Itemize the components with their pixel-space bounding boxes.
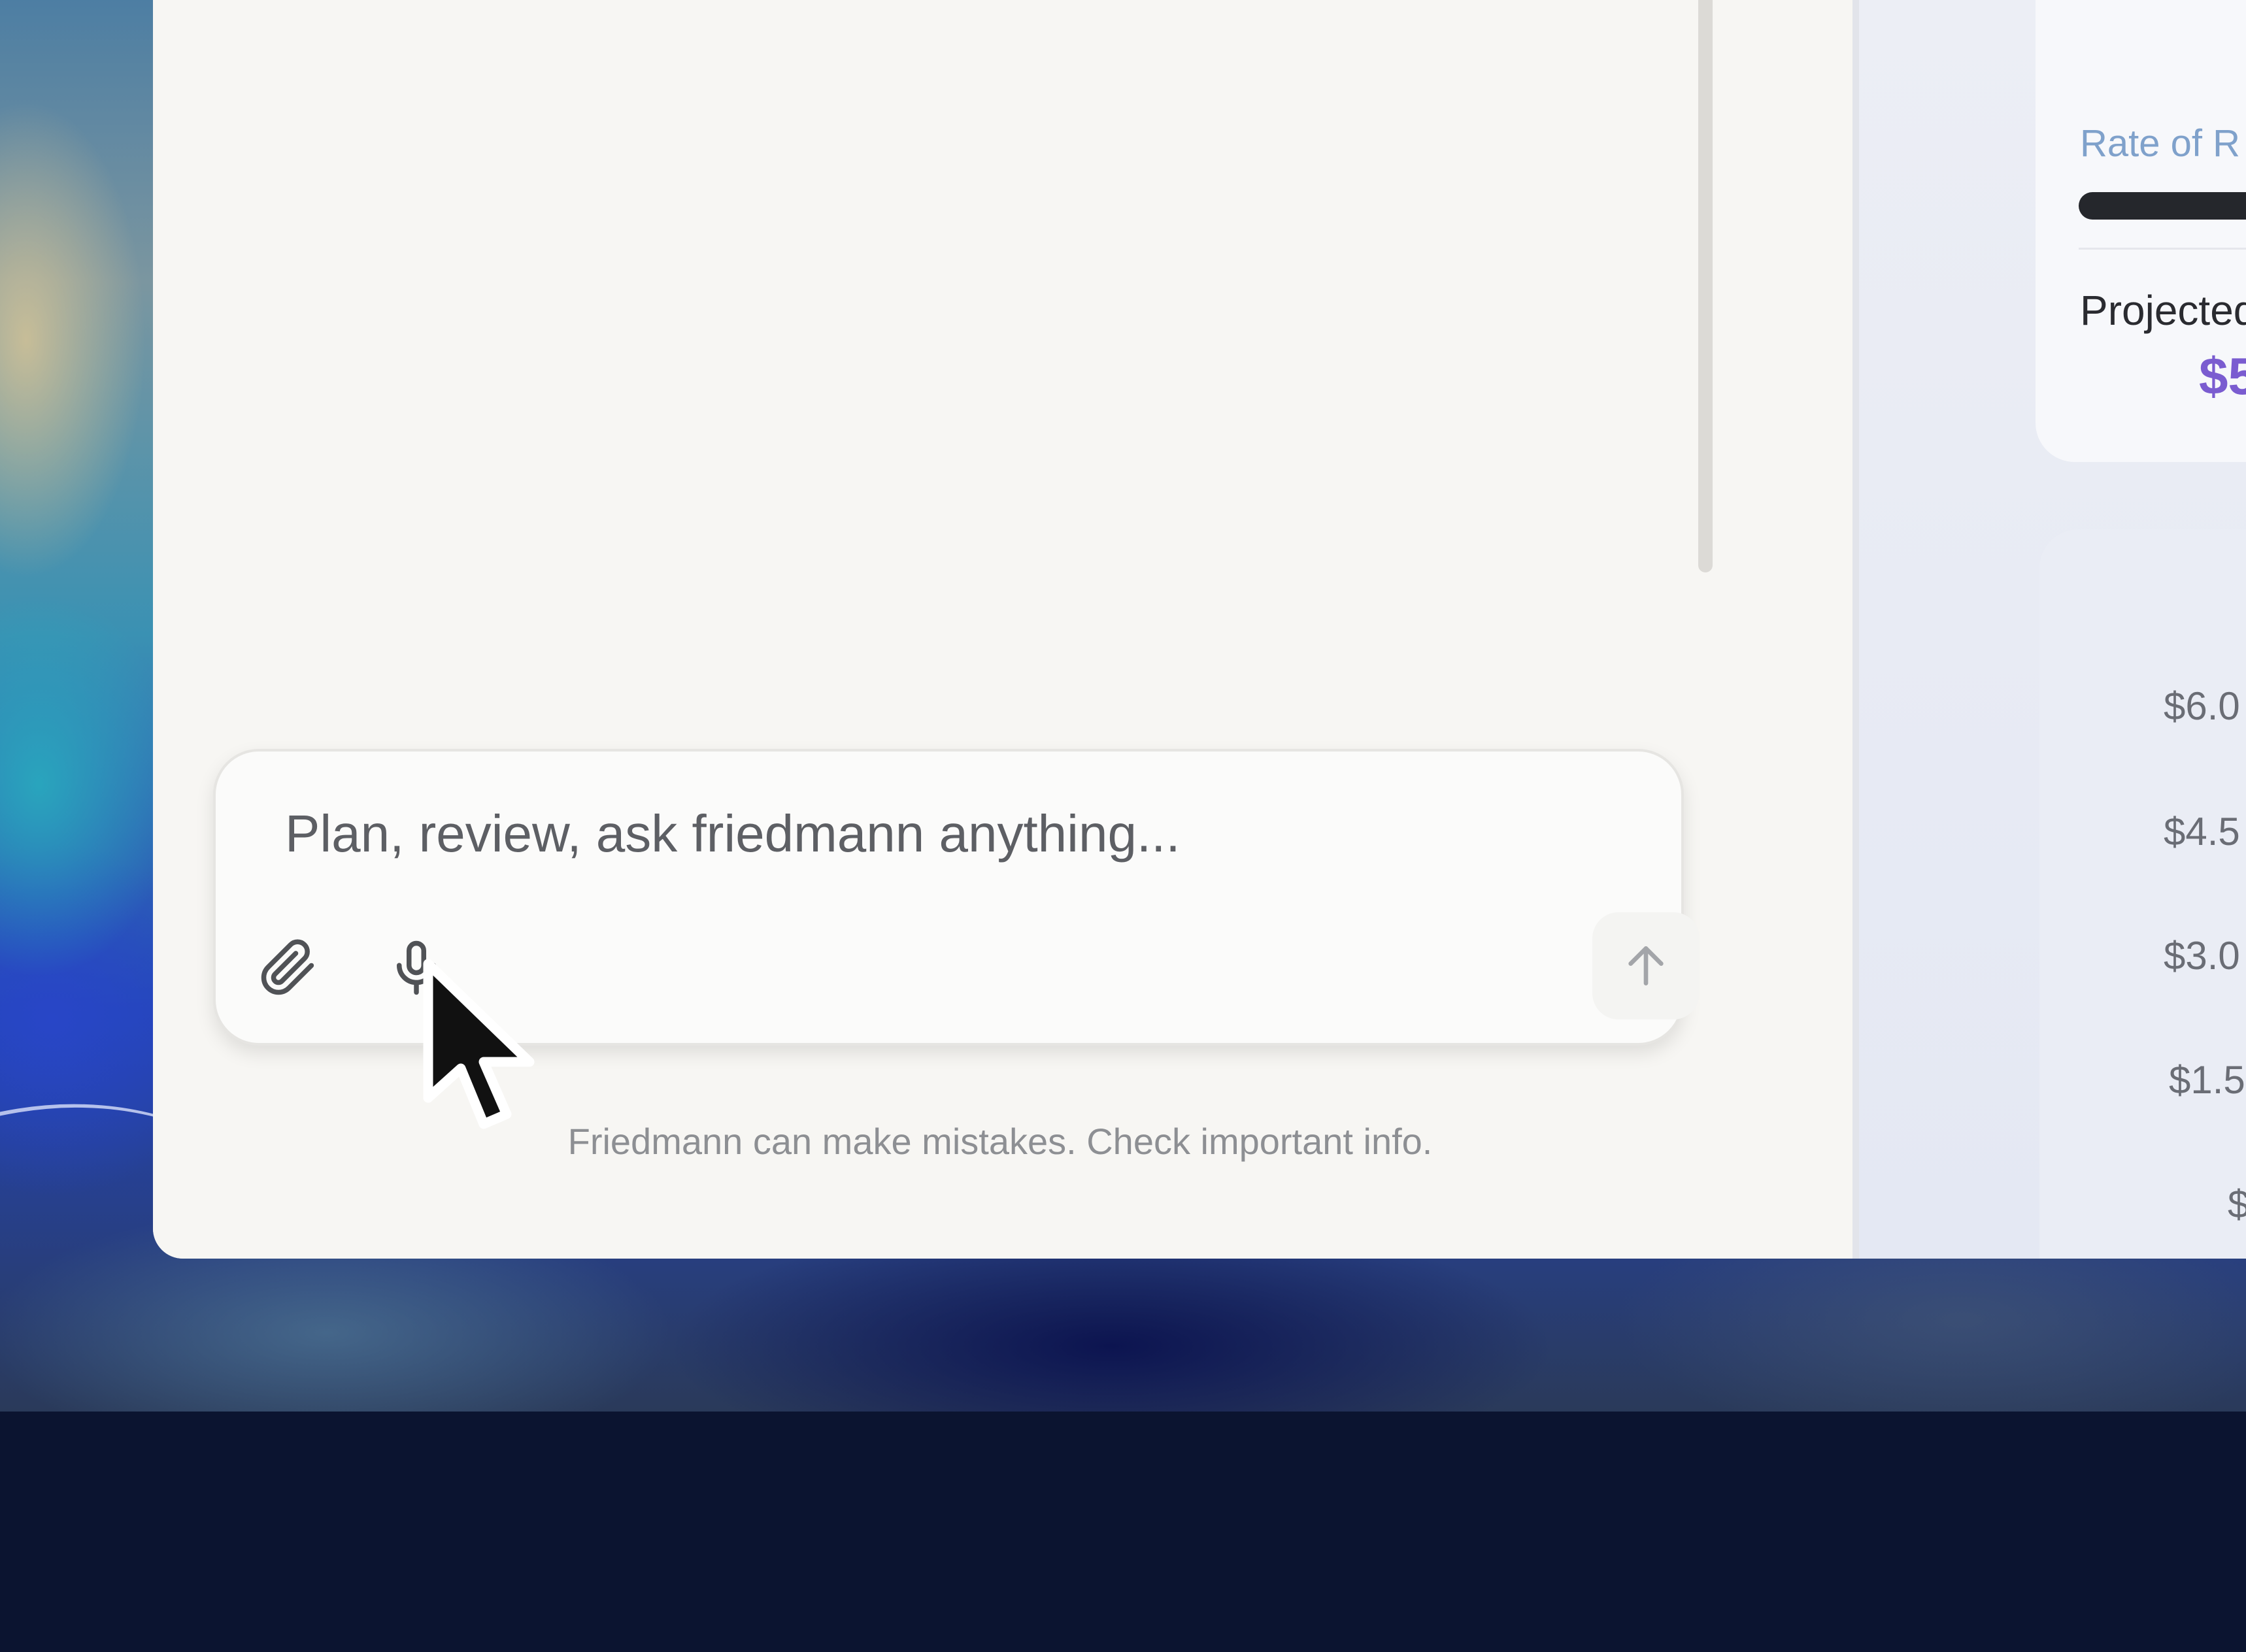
projected-label: Projected <box>2080 287 2246 334</box>
attach-button[interactable] <box>252 932 324 1004</box>
rate-label: Rate of R <box>2080 122 2240 165</box>
mouse-pointer-icon <box>423 959 535 1129</box>
projected-value: $5 <box>2199 347 2246 405</box>
y-axis-tick: $6.0 <box>2164 684 2240 728</box>
message-input[interactable] <box>284 797 1528 870</box>
disclaimer-text: Friedmann can make mistakes. Check impor… <box>153 1120 1852 1163</box>
card-divider <box>2079 248 2246 250</box>
projection-card: Rate of R Projected $5 <box>2036 0 2246 462</box>
arrow-up-icon <box>1628 946 1664 985</box>
rate-slider[interactable] <box>2079 192 2246 220</box>
pane-divider[interactable] <box>1852 0 1859 1259</box>
paperclip-icon <box>261 939 314 995</box>
y-axis-tick: $3.0 <box>2164 934 2240 978</box>
chat-scrollbar[interactable] <box>1698 0 1713 572</box>
y-axis-tick: $4.5 <box>2164 810 2240 853</box>
dashboard-pane: Rate of R Projected $5 $6.0 $4.5 $3.0 $1… <box>1859 0 2246 1259</box>
send-button[interactable] <box>1592 912 1700 1019</box>
chart-card: $6.0 $4.5 $3.0 $1.5 $ <box>2039 529 2246 1259</box>
y-axis-tick: $1.5 <box>2169 1058 2245 1102</box>
disclaimer-label: Friedmann can make mistakes. Check impor… <box>567 1121 1433 1162</box>
y-axis-tick: $ <box>2228 1182 2246 1226</box>
chat-pane: Friedmann can make mistakes. Check impor… <box>153 0 1852 1259</box>
